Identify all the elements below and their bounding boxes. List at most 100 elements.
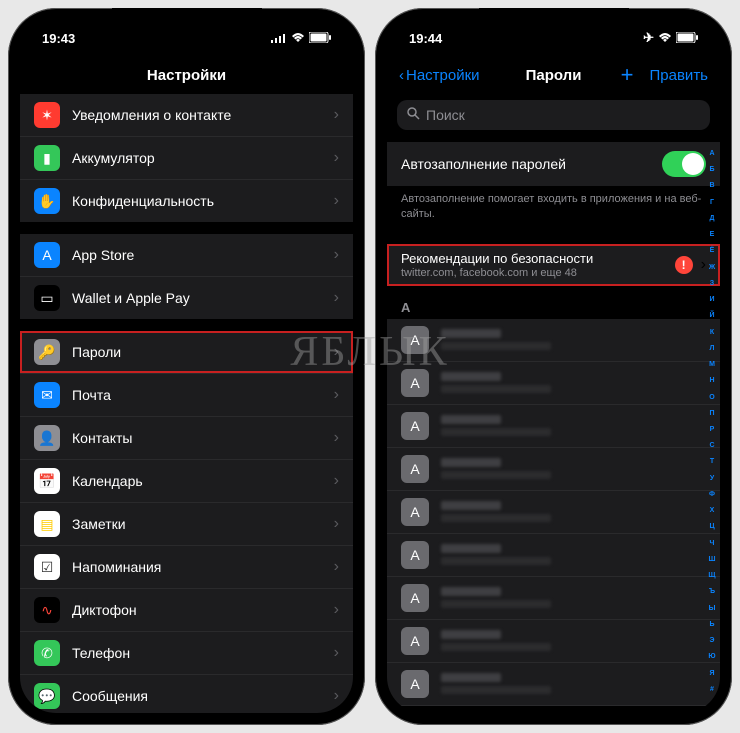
- notch: [479, 8, 629, 32]
- index-letter[interactable]: К: [710, 329, 714, 336]
- index-letter[interactable]: Я: [709, 670, 714, 677]
- index-letter[interactable]: А: [709, 150, 714, 157]
- notch: [112, 8, 262, 32]
- password-row[interactable]: A: [387, 362, 720, 405]
- password-row[interactable]: A: [387, 663, 720, 706]
- page-title: Настройки: [147, 67, 226, 84]
- index-letter[interactable]: Р: [710, 426, 715, 433]
- index-bar[interactable]: А Б В Г Д Е Ё Ж З И Й К Л М Н О П Р С Т У Ф Х Ц Ч Ш Щ Ъ Ы Ь Э Ю Я #: [706, 150, 718, 693]
- voice-memos-icon: ∿: [34, 597, 60, 623]
- settings-row-contact-notify[interactable]: ✶Уведомления о контакте›: [20, 94, 353, 137]
- chevron-right-icon: ›: [334, 192, 339, 210]
- status-time: 19:44: [409, 31, 442, 46]
- security-recommendations-row[interactable]: Рекомендации по безопасности twitter.com…: [387, 244, 720, 286]
- index-letter[interactable]: Ж: [709, 264, 715, 271]
- settings-row-notes[interactable]: ▤Заметки›: [20, 503, 353, 546]
- index-letter[interactable]: О: [709, 394, 714, 401]
- settings-row-battery[interactable]: ▮Аккумулятор›: [20, 137, 353, 180]
- index-letter[interactable]: Ъ: [709, 588, 715, 595]
- phone-icon: ✆: [34, 640, 60, 666]
- index-letter[interactable]: Ю: [708, 653, 715, 660]
- index-letter[interactable]: У: [710, 475, 714, 482]
- settings-row-phone[interactable]: ✆Телефон›: [20, 632, 353, 675]
- index-letter[interactable]: В: [709, 182, 714, 189]
- passwords-content[interactable]: Поиск Автозаполнение паролей Автозаполне…: [387, 94, 720, 713]
- screen-passwords: 19:44 ✈︎ ‹ Настройки Пароли + Править: [387, 20, 720, 713]
- index-letter[interactable]: Ё: [710, 247, 715, 254]
- chevron-right-icon: ›: [334, 558, 339, 576]
- search-icon: [407, 107, 420, 123]
- index-letter[interactable]: Г: [710, 199, 714, 206]
- index-letter[interactable]: Е: [710, 231, 715, 238]
- back-label: Настройки: [406, 67, 480, 84]
- index-letter[interactable]: Ы: [709, 605, 716, 612]
- contacts-icon: 👤: [34, 425, 60, 451]
- password-row[interactable]: A: [387, 491, 720, 534]
- index-letter[interactable]: М: [709, 361, 715, 368]
- settings-row-app-store[interactable]: AApp Store›: [20, 234, 353, 277]
- settings-row-label: Диктофон: [72, 602, 334, 618]
- index-letter[interactable]: И: [709, 296, 714, 303]
- index-letter[interactable]: С: [709, 442, 714, 449]
- password-row[interactable]: A: [387, 534, 720, 577]
- settings-row-mail[interactable]: ✉Почта›: [20, 374, 353, 417]
- password-row[interactable]: A: [387, 319, 720, 362]
- section-header-a: A: [387, 286, 720, 319]
- settings-row-privacy[interactable]: ✋Конфиденциальность›: [20, 180, 353, 222]
- index-letter[interactable]: Л: [710, 345, 715, 352]
- settings-row-contacts[interactable]: 👤Контакты›: [20, 417, 353, 460]
- messages-icon: 💬: [34, 683, 60, 709]
- phone-left: 19:43 Настройки ✶Уведомления о контакте›…: [8, 8, 365, 725]
- settings-row-calendar[interactable]: 📅Календарь›: [20, 460, 353, 503]
- index-letter[interactable]: Щ: [708, 572, 715, 579]
- site-favicon: A: [401, 326, 429, 354]
- index-letter[interactable]: З: [710, 280, 714, 287]
- passwords-icon: 🔑: [34, 339, 60, 365]
- wifi-icon: [291, 31, 305, 46]
- index-letter[interactable]: Й: [709, 312, 714, 319]
- toggle-switch[interactable]: [662, 151, 706, 177]
- index-letter[interactable]: Н: [709, 377, 714, 384]
- status-icons: ✈︎: [643, 30, 698, 46]
- settings-row-label: Пароли: [72, 344, 334, 360]
- index-letter[interactable]: Ь: [709, 621, 714, 628]
- index-letter[interactable]: Э: [710, 637, 715, 644]
- autofill-toggle-row[interactable]: Автозаполнение паролей: [387, 142, 720, 186]
- index-letter[interactable]: Т: [710, 458, 714, 465]
- settings-row-reminders[interactable]: ☑Напоминания›: [20, 546, 353, 589]
- password-row[interactable]: A: [387, 448, 720, 491]
- chevron-right-icon: ›: [334, 601, 339, 619]
- index-letter[interactable]: П: [709, 410, 714, 417]
- index-letter[interactable]: Ч: [710, 540, 715, 547]
- search-input[interactable]: Поиск: [397, 100, 710, 130]
- add-button[interactable]: +: [621, 62, 634, 88]
- page-title: Пароли: [526, 67, 582, 84]
- password-row[interactable]: A: [387, 577, 720, 620]
- recommendations-subtitle: twitter.com, facebook.com и еще 48: [401, 267, 675, 279]
- index-letter[interactable]: Ц: [709, 523, 714, 530]
- edit-button[interactable]: Править: [650, 67, 709, 84]
- settings-row-label: Wallet и Apple Pay: [72, 290, 334, 306]
- settings-list[interactable]: ✶Уведомления о контакте›▮Аккумулятор›✋Ко…: [20, 94, 353, 713]
- settings-row-label: Контакты: [72, 430, 334, 446]
- calendar-icon: 📅: [34, 468, 60, 494]
- index-letter[interactable]: Ш: [708, 556, 715, 563]
- wallet-icon: ▭: [34, 285, 60, 311]
- settings-row-wallet[interactable]: ▭Wallet и Apple Pay›: [20, 277, 353, 319]
- chevron-right-icon: ›: [334, 644, 339, 662]
- settings-row-messages[interactable]: 💬Сообщения›: [20, 675, 353, 713]
- index-letter[interactable]: Ф: [709, 491, 715, 498]
- app-store-icon: A: [34, 242, 60, 268]
- chevron-right-icon: ›: [334, 687, 339, 705]
- settings-row-passwords[interactable]: 🔑Пароли›: [20, 331, 353, 374]
- index-letter[interactable]: #: [710, 686, 714, 693]
- index-letter[interactable]: Х: [710, 507, 715, 514]
- back-button[interactable]: ‹ Настройки: [399, 67, 480, 84]
- password-row[interactable]: A: [387, 405, 720, 448]
- password-row[interactable]: A: [387, 620, 720, 663]
- index-letter[interactable]: Д: [710, 215, 715, 222]
- index-letter[interactable]: Б: [709, 166, 714, 173]
- alert-badge-icon: !: [675, 256, 693, 274]
- battery-icon: ▮: [34, 145, 60, 171]
- settings-row-voice-memos[interactable]: ∿ Диктофон›: [20, 589, 353, 632]
